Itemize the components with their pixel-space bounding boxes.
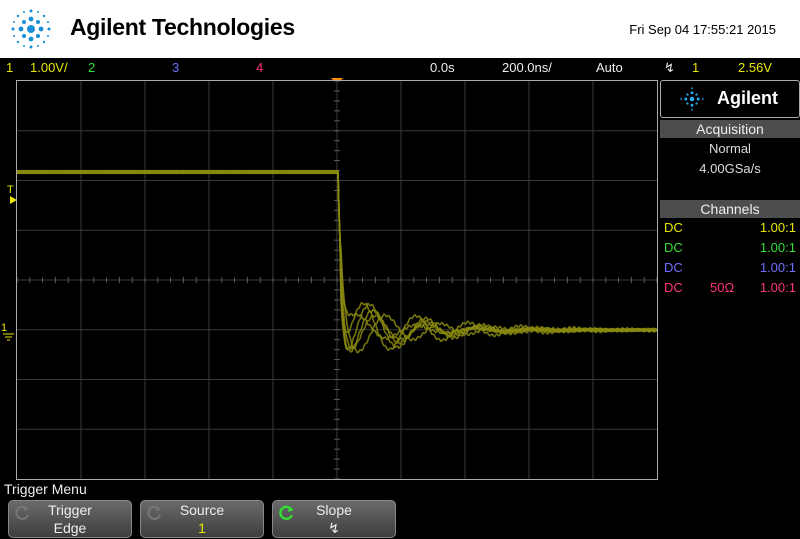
channel2-probe: 1.00:1 <box>759 240 796 255</box>
side-panel: Agilent Acquisition Normal 4.00GSa/s Cha… <box>660 80 800 302</box>
acquisition-body: Normal 4.00GSa/s <box>660 139 800 199</box>
channel2-row[interactable]: DC 1.00:1 <box>664 240 796 260</box>
channel4-probe: 1.00:1 <box>759 280 796 295</box>
channel3-coupling: DC <box>664 260 683 275</box>
source-label: Source <box>179 502 225 518</box>
status-bar: 1 1.00V/ 2 3 4 0.0s 200.0ns/ Auto ↯ 1 2.… <box>0 58 800 78</box>
channels-header[interactable]: Channels <box>660 200 800 218</box>
waveform-display[interactable] <box>16 80 658 480</box>
channel2-coupling: DC <box>664 240 683 255</box>
channel1-probe: 1.00:1 <box>759 220 796 235</box>
trigger-type-label: Trigger <box>48 502 92 518</box>
top-header: Agilent Technologies Fri Sep 04 17:55:21… <box>0 0 800 58</box>
channel1-coupling: DC <box>664 220 683 235</box>
channels-body: DC 1.00:1 DC 1.00:1 DC 1.00:1 DC 50Ω 1.0… <box>660 219 800 302</box>
channel4-impedance: 50Ω <box>710 280 735 295</box>
trigger-type-value: Edge <box>53 520 87 536</box>
agilent-logo-box: Agilent <box>660 80 800 118</box>
time-scale[interactable]: 200.0ns/ <box>502 60 552 75</box>
agilent-small-logo-icon <box>680 87 704 111</box>
brand-title: Agilent Technologies <box>70 14 295 40</box>
acquisition-header[interactable]: Acquisition <box>660 120 800 138</box>
source-value: 1 <box>198 520 206 536</box>
menu-title: Trigger Menu <box>4 481 87 497</box>
channel1-row[interactable]: DC 1.00:1 <box>664 220 796 240</box>
time-offset[interactable]: 0.0s <box>430 60 455 75</box>
agilent-logo-text: Agilent <box>717 88 778 108</box>
acquisition-mode: Normal <box>709 141 751 156</box>
channel3-row[interactable]: DC 1.00:1 <box>664 260 796 280</box>
trigger-type-softkey[interactable]: Trigger Edge <box>8 500 132 538</box>
agilent-logo-icon <box>11 9 51 49</box>
trigger-source[interactable]: 1 <box>692 60 699 75</box>
graticule <box>17 81 657 479</box>
channel1-number[interactable]: 1 <box>6 60 13 75</box>
slope-value: ↯ <box>328 520 340 536</box>
trigger-slope-icon: ↯ <box>664 60 675 75</box>
channel3-number[interactable]: 3 <box>172 60 179 75</box>
trigger-mode[interactable]: Auto <box>596 60 623 75</box>
datetime-display: Fri Sep 04 17:55:21 2015 <box>629 22 776 37</box>
channel4-row[interactable]: DC 50Ω 1.00:1 <box>664 280 796 300</box>
channel1-scale[interactable]: 1.00V/ <box>30 60 68 75</box>
slope-softkey[interactable]: Slope ↯ <box>272 500 396 538</box>
softkey-menu: Trigger Menu Trigger Edge Source 1 Slope… <box>0 480 800 539</box>
channel2-number[interactable]: 2 <box>88 60 95 75</box>
trigger-level-label: T <box>7 184 14 196</box>
acquisition-rate: 4.00GSa/s <box>699 161 761 176</box>
channel4-coupling: DC <box>664 280 683 295</box>
source-softkey[interactable]: Source 1 <box>140 500 264 538</box>
channel4-number[interactable]: 4 <box>256 60 263 75</box>
ground-icon[interactable] <box>3 332 14 341</box>
slope-label: Slope <box>316 502 352 518</box>
trigger-level[interactable]: 2.56V <box>738 60 772 75</box>
channel3-probe: 1.00:1 <box>759 260 796 275</box>
